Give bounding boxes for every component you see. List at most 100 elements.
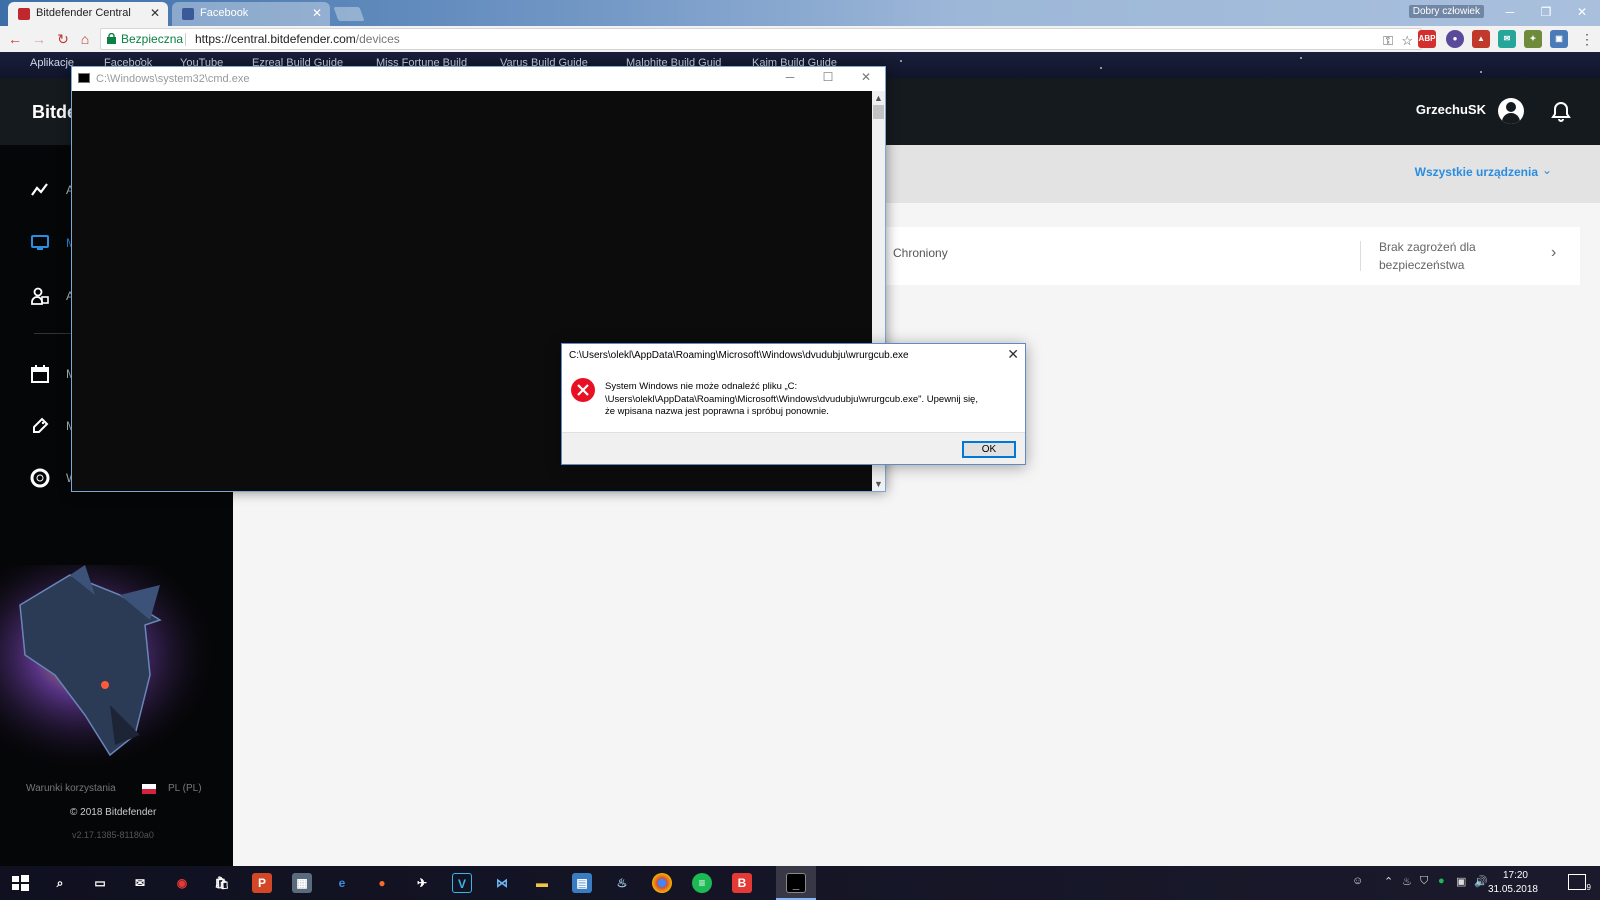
new-tab-button[interactable]	[333, 7, 365, 21]
avatar-icon[interactable]	[1498, 98, 1524, 124]
device-status: Chroniony	[893, 246, 948, 260]
notification-count: 9	[1586, 883, 1591, 892]
reload-icon[interactable]: ↻	[54, 30, 72, 48]
tab-facebook[interactable]: Facebook ✕	[172, 2, 330, 26]
app-icon[interactable]: ▦	[292, 873, 312, 893]
activity-chart-icon	[31, 183, 48, 196]
app-blue-icon[interactable]: ▤	[572, 873, 592, 893]
chart-extension-icon[interactable]: ▲	[1472, 30, 1490, 48]
shield-tray-icon[interactable]: ⛉	[1420, 875, 1428, 888]
task-view-icon[interactable]: ▭	[90, 873, 110, 893]
close-icon[interactable]: ✕	[1007, 346, 1019, 363]
minimize-icon[interactable]: ─	[771, 67, 809, 89]
browser-tabstrip: Bitdefender Central ✕ Facebook ✕ Dobry c…	[0, 0, 1600, 26]
minimize-icon[interactable]: ─	[1492, 2, 1528, 24]
steam-icon[interactable]: ♨	[612, 873, 632, 893]
maximize-icon[interactable]: ☐	[809, 67, 847, 89]
sidebar-item-devices[interactable]: M	[30, 233, 76, 257]
cmd-icon[interactable]: _	[786, 873, 806, 893]
vegas-icon[interactable]: V	[452, 873, 472, 893]
cmd-titlebar[interactable]: C:\Windows\system32\cmd.exe ─ ☐ ✕	[72, 67, 885, 91]
home-icon[interactable]: ⌂	[76, 30, 94, 48]
ok-button[interactable]: OK	[962, 441, 1016, 458]
windows-taskbar: ⌕ ▭ ✉ ◉ 🛍 P ▦ e ● ✈ V ⋈ ▬ ▤ ♨ ≡ B _ ☺ ⌃ …	[0, 866, 1600, 900]
browser-profile-name[interactable]: Dobry człowiek	[1408, 5, 1484, 18]
dialog-footer: OK	[562, 432, 1025, 464]
steam-tray-icon[interactable]: ♨	[1402, 875, 1412, 888]
sidebar-item-subscriptions[interactable]: M	[30, 364, 76, 388]
bookmark-apps[interactable]: Aplikacje	[30, 57, 74, 69]
spotify-tray-icon[interactable]: ●	[1438, 875, 1445, 887]
windows-start-icon[interactable]	[10, 873, 30, 893]
restore-icon[interactable]: ❐	[1528, 2, 1564, 24]
url-text: https://central.bitdefender.com/devices	[195, 32, 400, 46]
sidebar-item-offers[interactable]: M	[30, 416, 76, 440]
device-filter-dropdown[interactable]: Wszystkie urządzenia	[1415, 165, 1538, 179]
action-center-icon[interactable]	[1568, 874, 1586, 890]
app-red-icon[interactable]: ◉	[172, 873, 192, 893]
mail-icon[interactable]: ✉	[130, 873, 150, 893]
facebook-favicon-icon	[182, 8, 194, 20]
calendar-icon	[31, 365, 49, 383]
file-explorer-icon[interactable]: ▬	[532, 873, 552, 893]
scroll-up-arrow-icon[interactable]: ▲	[872, 91, 885, 105]
volume-icon[interactable]: 🔊	[1474, 875, 1488, 888]
store-icon[interactable]: 🛍	[212, 873, 232, 893]
dialog-title: C:\Users\olekl\AppData\Roaming\Microsoft…	[569, 350, 909, 361]
card-divider	[1360, 241, 1361, 271]
version-text: v2.17.1385-81180a0	[72, 830, 154, 840]
chevron-down-icon[interactable]: ⌄	[1542, 163, 1552, 177]
tab-close-icon[interactable]: ✕	[312, 2, 322, 24]
notifications-bell-icon[interactable]	[1550, 100, 1572, 122]
tab-label: Bitdefender Central	[36, 7, 131, 19]
spotify-icon[interactable]: ≡	[692, 873, 712, 893]
search-icon[interactable]: ⌕	[50, 873, 70, 893]
scroll-down-arrow-icon[interactable]: ▼	[872, 477, 885, 491]
forward-arrow-icon[interactable]: →	[30, 30, 48, 48]
security-label: Bezpieczna	[121, 32, 184, 46]
puzzle-extension-icon[interactable]: ✦	[1524, 30, 1542, 48]
scroll-thumb[interactable]	[873, 105, 884, 119]
console-icon	[78, 73, 90, 83]
close-icon[interactable]: ✕	[1564, 2, 1600, 24]
poland-flag-icon	[142, 784, 156, 794]
key-icon[interactable]: ⚿	[1383, 31, 1393, 51]
language-selector[interactable]: PL (PL)	[168, 783, 202, 794]
address-bar[interactable]: Bezpieczna https://central.bitdefender.c…	[100, 28, 1422, 50]
powerpoint-icon[interactable]: P	[252, 873, 272, 893]
cmd-title: C:\Windows\system32\cmd.exe	[96, 73, 250, 85]
adblock-extension-icon[interactable]: ABP	[1418, 30, 1436, 48]
back-arrow-icon[interactable]: ←	[6, 30, 24, 48]
sidebar-item-activity[interactable]: A	[30, 180, 74, 204]
menu-dots-icon[interactable]: ⋮	[1578, 30, 1596, 48]
error-dialog[interactable]: C:\Users\olekl\AppData\Roaming\Microsoft…	[561, 343, 1026, 465]
tab-close-icon[interactable]: ✕	[150, 2, 160, 24]
clock-date[interactable]: 31.05.2018	[1488, 884, 1538, 895]
mail-extension-icon[interactable]: ✉	[1498, 30, 1516, 48]
username[interactable]: GrzechuSK	[1416, 102, 1486, 117]
terms-link[interactable]: Warunki korzystania	[26, 783, 116, 794]
origin-icon[interactable]: ●	[372, 873, 392, 893]
network-icon[interactable]: ▣	[1456, 875, 1466, 888]
browser-toolbar: ← → ↻ ⌂ Bezpieczna https://central.bitde…	[0, 26, 1600, 52]
bookmark-star-icon[interactable]: ☆	[1401, 31, 1413, 51]
tab-bitdefender-central[interactable]: Bitdefender Central ✕	[8, 2, 168, 26]
visual-studio-icon[interactable]: ⋈	[492, 873, 512, 893]
clock-time[interactable]: 17:20	[1503, 870, 1528, 881]
show-hidden-icons-chevron-icon[interactable]: ⌃	[1384, 875, 1393, 888]
background-star	[1480, 71, 1482, 73]
chrome-icon[interactable]	[652, 873, 672, 893]
image-extension-icon[interactable]: ▣	[1550, 30, 1568, 48]
edge-icon[interactable]: e	[332, 873, 352, 893]
bitdefender-icon[interactable]: B	[732, 873, 752, 893]
sidebar-item-accounts[interactable]: A	[30, 286, 74, 310]
people-icon[interactable]: ☺	[1352, 875, 1363, 887]
close-icon[interactable]: ✕	[847, 67, 885, 89]
sidebar-divider	[34, 333, 74, 334]
game-icon[interactable]: ✈	[412, 873, 432, 893]
bitdefender-wolf-artwork	[0, 565, 233, 765]
chevron-right-icon[interactable]: ›	[1551, 244, 1556, 262]
extension-icon[interactable]: ●	[1446, 30, 1464, 48]
sidebar-item-support[interactable]: W	[30, 468, 77, 492]
monitor-icon	[31, 235, 49, 250]
